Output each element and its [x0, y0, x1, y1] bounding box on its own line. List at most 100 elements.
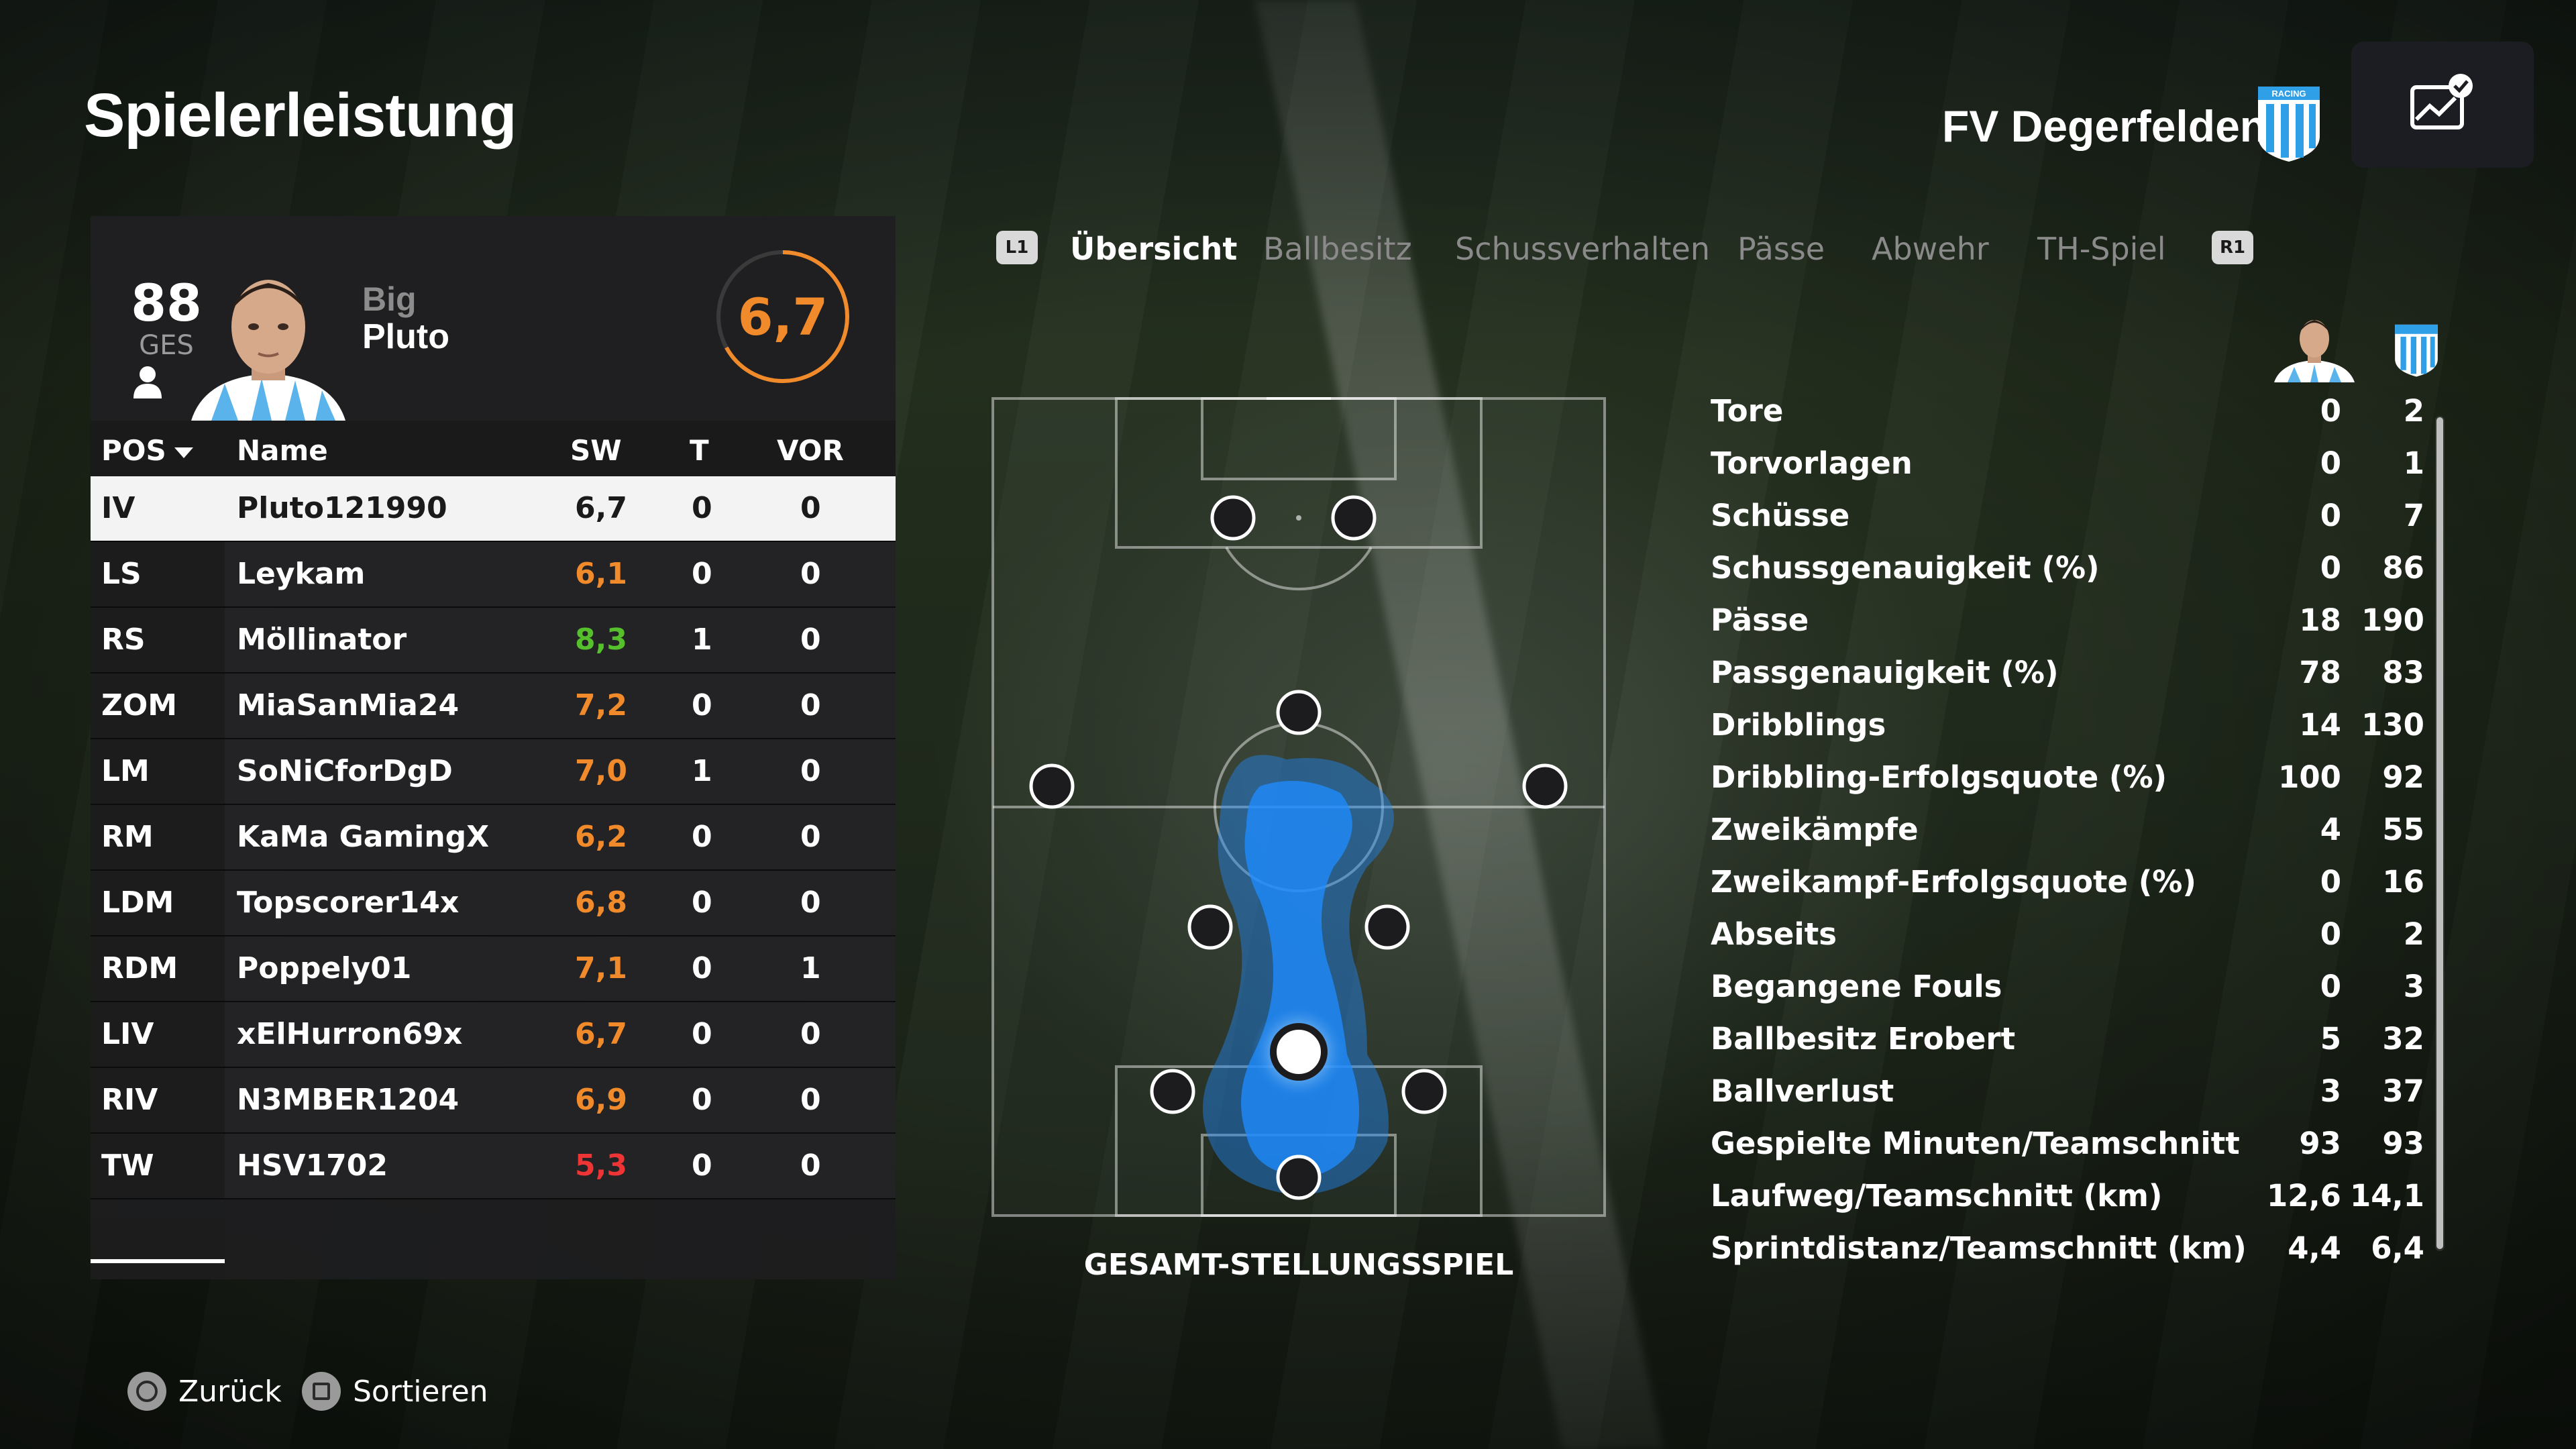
table-row[interactable]: RIV N3MBER1204 6,9 0 0 — [91, 1068, 896, 1134]
stat-team-value: 1 — [2403, 445, 2424, 481]
row-goals: 0 — [692, 885, 712, 920]
row-name: Poppely01 — [237, 951, 412, 985]
stat-team-value: 7 — [2403, 498, 2424, 533]
table-row[interactable]: TW HSV1702 5,3 0 0 — [91, 1134, 896, 1199]
person-icon — [133, 366, 162, 398]
stat-label: Torvorlagen — [1711, 445, 1913, 481]
stat-label: Dribbling-Erfolgsquote (%) — [1711, 759, 2167, 795]
row-name: SoNiCforDgD — [237, 754, 453, 788]
tab-uebersicht[interactable]: Übersicht — [1070, 231, 1237, 267]
row-position: IV — [101, 491, 136, 525]
column-vor-header[interactable]: VOR — [777, 434, 844, 467]
table-row[interactable]: RS Möllinator 8,3 1 0 — [91, 608, 896, 674]
stat-label: Schüsse — [1711, 498, 1850, 533]
tab-abwehr[interactable]: Abwehr — [1872, 231, 1989, 267]
row-rating: 6,8 — [575, 885, 627, 920]
column-pos-label: POS — [101, 434, 166, 467]
table-row[interactable]: ZOM MiaSanMia24 7,2 0 0 — [91, 674, 896, 739]
table-row[interactable]: IV Pluto121990 6,7 0 0 — [91, 476, 896, 542]
stat-player-value: 12,6 — [2266, 1178, 2341, 1214]
table-row[interactable]: RM KaMa GamingX 6,2 0 0 — [91, 805, 896, 871]
table-row[interactable]: LS Leykam 6,1 0 0 — [91, 542, 896, 608]
stat-team-value: 16 — [2382, 864, 2424, 900]
stat-player-value: 0 — [2320, 916, 2341, 952]
stat-team-value: 86 — [2382, 550, 2424, 586]
column-name-header[interactable]: Name — [237, 434, 328, 467]
chart-options-button[interactable] — [2351, 42, 2534, 168]
stat-team-value: 93 — [2382, 1126, 2424, 1161]
club-crest: RACING — [2258, 87, 2320, 162]
table-row[interactable]: RDM Poppely01 7,1 0 1 — [91, 936, 896, 1002]
row-assists: 0 — [800, 1017, 821, 1051]
stat-row: Begangene Fouls 0 3 — [1711, 963, 2428, 1016]
column-pos-header[interactable]: POS — [101, 434, 193, 467]
player-portrait — [191, 280, 345, 421]
stat-label: Zweikampf-Erfolgsquote (%) — [1711, 864, 2196, 900]
player-card: 88 GES Big Pluto 6,7 — [91, 216, 896, 421]
row-goals: 0 — [692, 820, 712, 854]
row-assists: 0 — [800, 688, 821, 722]
stat-row: Gespielte Minuten/Teamschnitt 93 93 — [1711, 1120, 2428, 1173]
teammate-marker — [1276, 1155, 1322, 1200]
row-goals: 0 — [692, 688, 712, 722]
row-position: TW — [101, 1148, 154, 1183]
tab-ballbesitz[interactable]: Ballbesitz — [1263, 231, 1412, 267]
player-first-name: Big — [362, 280, 417, 318]
tab-th-spiel[interactable]: TH-Spiel — [2037, 231, 2166, 267]
row-goals: 1 — [692, 623, 712, 657]
row-goals: 0 — [692, 491, 712, 525]
stat-label: Begangene Fouls — [1711, 969, 2002, 1004]
stats-player-avatar — [2274, 320, 2355, 382]
table-row[interactable]: LM SoNiCforDgD 7,0 1 0 — [91, 739, 896, 805]
heatmap-caption: GESAMT-STELLUNGSSPIEL — [1083, 1248, 1514, 1282]
stat-label: Dribblings — [1711, 707, 1886, 743]
sort-label: Sortieren — [353, 1374, 488, 1409]
sort-button[interactable]: Sortieren — [302, 1372, 488, 1411]
table-header: POS Name SW T VOR — [91, 421, 896, 476]
top-goal — [1267, 397, 1331, 400]
stat-row: Schussgenauigkeit (%) 0 86 — [1711, 545, 2428, 597]
stat-team-value: 92 — [2382, 759, 2424, 795]
row-name: KaMa GamingX — [237, 820, 490, 854]
l1-bumper-icon[interactable]: L1 — [996, 231, 1038, 264]
column-sw-header[interactable]: SW — [570, 434, 622, 467]
teammate-marker — [1331, 495, 1377, 541]
stat-label: Tore — [1711, 393, 1784, 429]
stat-team-value: 32 — [2382, 1021, 2424, 1057]
row-position: ZOM — [101, 688, 178, 722]
row-goals: 1 — [692, 754, 712, 788]
list-scroll-indicator — [91, 1259, 225, 1263]
table-row[interactable]: LDM Topscorer14x 6,8 0 0 — [91, 871, 896, 936]
row-assists: 0 — [800, 754, 821, 788]
stats-scrollbar-thumb[interactable] — [2436, 417, 2443, 1249]
stat-player-value: 5 — [2320, 1021, 2341, 1057]
stat-label: Pässe — [1711, 602, 1809, 638]
player-rating: 6,7 — [737, 286, 828, 347]
table-row[interactable]: LIV xElHurron69x 6,7 0 0 — [91, 1002, 896, 1068]
tab-schussverhalten[interactable]: Schussverhalten — [1455, 231, 1710, 267]
row-rating: 6,7 — [575, 491, 627, 525]
row-rating: 6,2 — [575, 820, 627, 854]
player-last-name: Pluto — [362, 317, 449, 356]
selected-player-marker — [1270, 1023, 1328, 1081]
stat-label: Laufweg/Teamschnitt (km) — [1711, 1178, 2163, 1214]
back-button[interactable]: Zurück — [127, 1372, 282, 1411]
stat-team-value: 2 — [2403, 393, 2424, 429]
column-t-header[interactable]: T — [690, 434, 709, 467]
stat-label: Abseits — [1711, 916, 1837, 952]
stat-player-value: 18 — [2299, 602, 2341, 638]
stat-team-value: 37 — [2382, 1073, 2424, 1109]
row-assists: 0 — [800, 491, 821, 525]
row-assists: 0 — [800, 885, 821, 920]
stat-label: Ballverlust — [1711, 1073, 1894, 1109]
stat-team-value: 130 — [2361, 707, 2424, 743]
row-assists: 0 — [800, 557, 821, 591]
player-list-panel: 88 GES Big Pluto 6,7 POS Name SW T VOR I… — [91, 216, 896, 1279]
top-penalty-spot — [1296, 515, 1301, 521]
r1-bumper-icon[interactable]: R1 — [2212, 231, 2253, 264]
stat-row: Schüsse 0 7 — [1711, 492, 2428, 545]
row-rating: 6,7 — [575, 1017, 627, 1051]
tab-paesse[interactable]: Pässe — [1737, 231, 1825, 267]
stat-player-value: 0 — [2320, 393, 2341, 429]
stat-row: Abseits 0 2 — [1711, 911, 2428, 963]
